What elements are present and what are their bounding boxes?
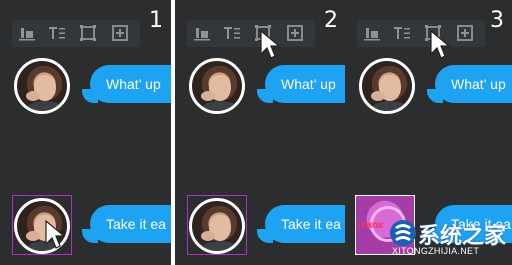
align-bottom-icon[interactable] (363, 25, 381, 41)
message-bubble: Take it ea (90, 205, 171, 243)
text-format-icon[interactable] (223, 25, 241, 41)
message-bubble: What’ up (265, 65, 346, 103)
align-bottom-icon[interactable] (18, 25, 36, 41)
watermark-url: XITONGZHIJIA.NET (392, 246, 480, 256)
step-number: 2 (324, 8, 338, 33)
avatar[interactable] (14, 58, 70, 114)
avatar[interactable] (189, 58, 245, 114)
mouse-cursor-icon (429, 30, 451, 60)
add-image-icon[interactable] (111, 25, 129, 41)
toolbar (357, 20, 485, 47)
image-label: roxox (358, 220, 383, 231)
crop-frame-icon[interactable] (79, 25, 97, 41)
watermark: 系统之家 XITONGZHIJIA.NET (390, 212, 512, 265)
message-bubble: What’ up (435, 65, 512, 103)
text-format-icon[interactable] (48, 25, 66, 41)
message-bubble: What’ up (90, 65, 171, 103)
add-image-icon[interactable] (456, 25, 474, 41)
message-bubble: Take it ea (265, 205, 346, 243)
toolbar (12, 20, 140, 47)
step-number: 1 (149, 8, 163, 33)
align-bottom-icon[interactable] (193, 25, 211, 41)
step-panel-1: 1 What’ up Take it ea (0, 0, 171, 265)
toolbar (187, 20, 315, 47)
step-panel-2: 2 What’ up Take it ea (175, 0, 346, 265)
text-format-icon[interactable] (393, 25, 411, 41)
step-number: 3 (490, 8, 504, 33)
avatar[interactable] (359, 58, 415, 114)
selection-box (187, 195, 247, 255)
mouse-cursor-icon (259, 30, 281, 60)
mouse-cursor-icon (44, 220, 66, 250)
watermark-logo-icon (390, 220, 416, 246)
add-image-icon[interactable] (286, 25, 304, 41)
